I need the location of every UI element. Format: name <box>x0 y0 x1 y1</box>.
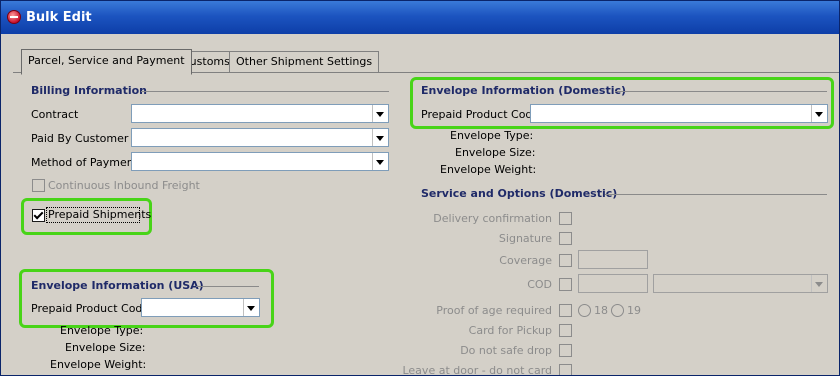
billing-divider <box>141 91 389 92</box>
domestic-envelope-type-label: Envelope Type: <box>450 129 534 142</box>
cod-method-dropdown[interactable] <box>653 274 828 293</box>
proof-of-age-label: Proof of age required <box>436 304 552 317</box>
card-for-pickup-label: Card for Pickup <box>468 324 552 337</box>
domestic-prepaid-product-code-dropdown[interactable] <box>530 104 828 123</box>
contract-dropdown[interactable] <box>131 104 389 123</box>
leave-at-door-label: Leave at door - do not card <box>402 364 552 376</box>
window-title: Bulk Edit <box>26 10 92 25</box>
signature-label: Signature <box>498 232 552 245</box>
prepaid-shipments-checkbox[interactable] <box>32 209 45 222</box>
chevron-down-icon[interactable] <box>372 129 388 146</box>
signature-checkbox[interactable] <box>559 232 572 245</box>
do-not-safe-drop-checkbox[interactable] <box>559 344 572 357</box>
chevron-down-icon[interactable] <box>372 105 388 122</box>
method-of-payment-dropdown[interactable] <box>131 152 389 171</box>
envelope-domestic-divider <box>615 91 827 92</box>
age-18-label: 18 <box>594 304 608 317</box>
delivery-confirmation-label: Delivery confirmation <box>433 212 552 225</box>
domestic-envelope-size-label: Envelope Size: <box>455 146 536 159</box>
service-options-header: Service and Options (Domestic) <box>421 187 618 200</box>
contract-label: Contract <box>31 108 79 121</box>
billing-header: Billing Information <box>31 84 147 97</box>
prepaid-shipments-label: Prepaid Shipments <box>48 208 152 221</box>
domestic-prepaid-product-code-label: Prepaid Product Code <box>421 108 540 121</box>
tab-label: Other Shipment Settings <box>236 55 373 68</box>
usa-prepaid-product-code-label: Prepaid Product Code <box>31 302 150 315</box>
age-18-radio[interactable] <box>578 304 591 317</box>
age-19-radio[interactable] <box>611 304 624 317</box>
coverage-label: Coverage <box>499 254 552 267</box>
tab-label: Parcel, Service and Payment <box>28 54 185 67</box>
paid-by-customer-label: Paid By Customer <box>31 132 129 145</box>
card-for-pickup-checkbox[interactable] <box>559 324 572 337</box>
chevron-down-icon[interactable] <box>811 275 827 292</box>
app-icon <box>7 10 21 24</box>
envelope-usa-header: Envelope Information (USA) <box>31 279 204 292</box>
chevron-down-icon[interactable] <box>811 105 827 122</box>
cod-checkbox[interactable] <box>559 278 572 291</box>
age-19-label: 19 <box>627 304 641 317</box>
leave-at-door-checkbox[interactable] <box>559 364 572 375</box>
proof-of-age-checkbox[interactable] <box>559 304 572 317</box>
cod-amount-input[interactable] <box>578 274 648 293</box>
cod-label: COD <box>527 278 552 291</box>
title-bar[interactable]: Bulk Edit <box>1 1 839 34</box>
window-content: Parcel, Service and Payment Customs Othe… <box>1 34 839 375</box>
usa-envelope-type-label: Envelope Type: <box>60 324 144 337</box>
usa-envelope-size-label: Envelope Size: <box>65 341 146 354</box>
service-options-divider <box>605 194 827 195</box>
tab-other-shipment-settings[interactable]: Other Shipment Settings <box>229 51 380 72</box>
tab-parcel-service-payment[interactable]: Parcel, Service and Payment <box>21 49 192 75</box>
usa-prepaid-product-code-dropdown[interactable] <box>141 298 260 317</box>
coverage-amount-input[interactable] <box>578 250 648 269</box>
envelope-usa-divider <box>196 286 259 287</box>
chevron-down-icon[interactable] <box>243 299 259 316</box>
delivery-confirmation-checkbox[interactable] <box>559 212 572 225</box>
paid-by-customer-dropdown[interactable] <box>131 128 389 147</box>
envelope-domestic-header: Envelope Information (Domestic) <box>421 84 627 97</box>
do-not-safe-drop-label: Do not safe drop <box>460 344 552 357</box>
continuous-inbound-freight-checkbox[interactable] <box>32 179 45 192</box>
continuous-inbound-freight-label: Continuous Inbound Freight <box>48 179 200 192</box>
method-of-payment-label: Method of Payment <box>31 156 139 169</box>
bulk-edit-window: Bulk Edit Parcel, Service and Payment Cu… <box>0 0 840 376</box>
usa-envelope-weight-label: Envelope Weight: <box>50 358 147 371</box>
domestic-envelope-weight-label: Envelope Weight: <box>440 163 537 176</box>
chevron-down-icon[interactable] <box>372 153 388 170</box>
coverage-checkbox[interactable] <box>559 254 572 267</box>
